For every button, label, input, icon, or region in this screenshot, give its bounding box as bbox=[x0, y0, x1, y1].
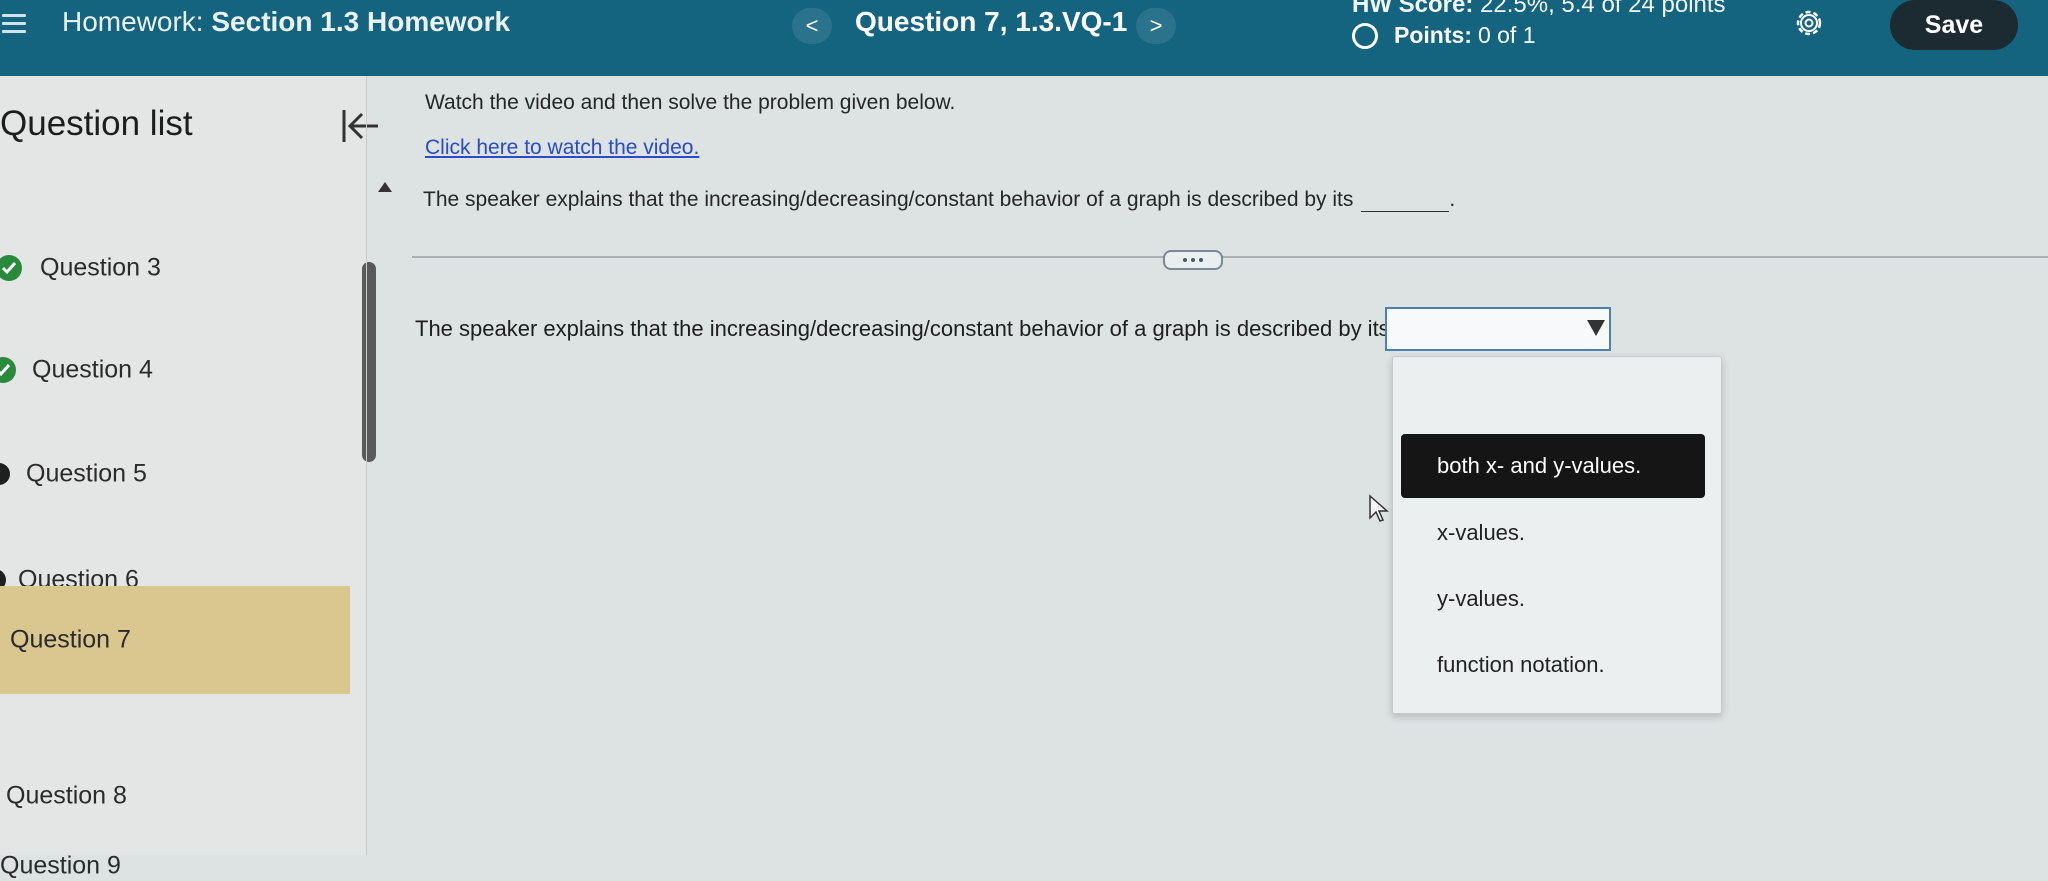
option-function-notation[interactable]: function notation. bbox=[1401, 633, 1705, 697]
answer-options-dropdown: both x- and y-values. x-values. y-values… bbox=[1392, 356, 1722, 714]
hw-score: HW Score: 22.5%, 5.4 of 24 points bbox=[1352, 0, 1726, 19]
instructions-text: Watch the video and then solve the probl… bbox=[425, 91, 956, 114]
sidebar-item-question-8[interactable]: Question 8 bbox=[0, 744, 350, 848]
save-button[interactable]: Save bbox=[1890, 0, 2018, 50]
expand-more-button[interactable] bbox=[1163, 250, 1223, 270]
question-prompt-text: The speaker explains that the increasing… bbox=[423, 188, 1354, 211]
collapse-panel-icon[interactable] bbox=[340, 106, 382, 146]
panel-divider bbox=[366, 76, 367, 855]
sidebar-item-question-9[interactable]: Question 9 bbox=[0, 840, 350, 880]
question-title: Question 7, 1.3.VQ-1 bbox=[855, 6, 1128, 37]
answer-prompt: The speaker explains that the increasing… bbox=[415, 316, 1390, 341]
sidebar-item-question-4[interactable]: Question 4 bbox=[0, 318, 350, 422]
mouse-pointer-icon bbox=[1369, 494, 1389, 522]
top-bar: Homework: Section 1.3 Homework < Questio… bbox=[0, 0, 2048, 76]
gear-icon[interactable] bbox=[1792, 6, 1826, 40]
sidebar-item-label: Question 4 bbox=[32, 355, 153, 384]
points: Points: 0 of 1 bbox=[1352, 22, 1536, 49]
sidebar-item-question-3[interactable]: Question 3 bbox=[0, 216, 350, 320]
question-prompt: The speaker explains that the increasing… bbox=[423, 188, 1456, 212]
watch-video-link[interactable]: Click here to watch the video. bbox=[425, 136, 699, 160]
question-list-panel: Question list Question 3 Question 4 Ques… bbox=[0, 76, 366, 880]
sidebar-item-label: Question 9 bbox=[0, 851, 121, 880]
points-value: 0 of 1 bbox=[1477, 22, 1536, 48]
answer-select[interactable] bbox=[1385, 307, 1611, 351]
partial-credit-icon bbox=[0, 463, 10, 485]
hw-score-label: HW Score: bbox=[1352, 0, 1474, 18]
points-status-icon bbox=[1352, 22, 1378, 49]
chevron-left-icon: < bbox=[805, 13, 819, 38]
chevron-right-icon: > bbox=[1149, 13, 1163, 38]
sidebar-item-label: Question 5 bbox=[26, 459, 147, 488]
homework-name: Section 1.3 Homework bbox=[211, 6, 511, 37]
option-x-values[interactable]: x-values. bbox=[1401, 501, 1705, 565]
sidebar-scrollbar[interactable] bbox=[362, 262, 376, 462]
sidebar-item-question-5[interactable]: Question 5 bbox=[0, 422, 350, 526]
homework-label: Homework: bbox=[62, 6, 204, 37]
homework-title: Homework: Section 1.3 Homework bbox=[62, 6, 510, 38]
sidebar-item-label: Question 7 bbox=[10, 625, 131, 654]
points-label: Points: bbox=[1394, 22, 1472, 48]
question-list-title: Question list bbox=[0, 104, 193, 143]
option-y-values[interactable]: y-values. bbox=[1401, 567, 1705, 631]
hw-score-value: 22.5%, 5.4 of 24 points bbox=[1480, 0, 1726, 18]
next-question-button[interactable]: > bbox=[1136, 8, 1176, 44]
checkmark-icon bbox=[0, 255, 22, 281]
previous-question-button[interactable]: < bbox=[792, 8, 832, 44]
scroll-up-arrow-icon[interactable] bbox=[378, 182, 392, 192]
sidebar-item-label: Question 8 bbox=[6, 781, 127, 810]
answer-blank bbox=[1361, 191, 1450, 212]
option-both-x-and-y-values[interactable]: both x- and y-values. bbox=[1401, 434, 1705, 498]
checkmark-icon bbox=[0, 357, 16, 383]
section-divider bbox=[412, 256, 2048, 258]
sidebar-item-question-7[interactable]: Question 7 bbox=[0, 586, 350, 694]
hamburger-menu-icon[interactable] bbox=[2, 10, 28, 36]
sidebar-item-label: Question 3 bbox=[40, 253, 161, 282]
dropdown-arrow-icon bbox=[1587, 320, 1605, 336]
